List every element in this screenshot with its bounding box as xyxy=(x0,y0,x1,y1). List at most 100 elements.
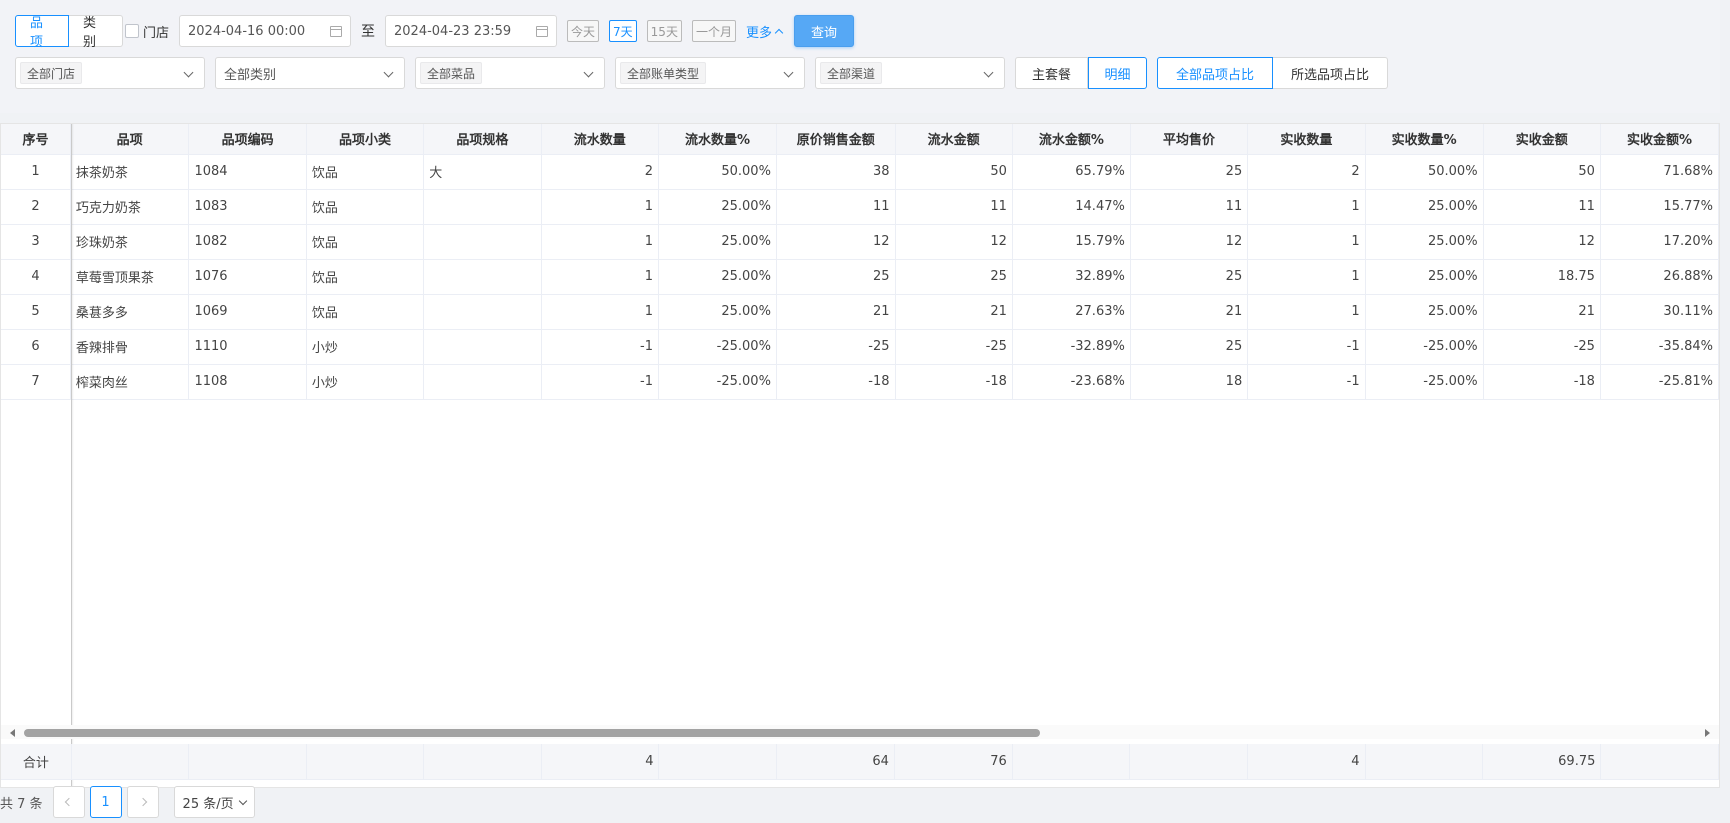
end-date-input[interactable]: 2024-04-23 23:59 xyxy=(385,15,558,47)
chevron-down-icon xyxy=(983,67,994,78)
table-cell: 21 xyxy=(776,294,896,330)
channel-select[interactable]: 全部渠道 xyxy=(815,57,1005,89)
table-cell: -18 xyxy=(776,364,896,400)
table-row[interactable]: 2 巧克力奶茶 1083 饮品 1 25.00% 11 11 14.47% 11 1 25.00% 11… xyxy=(1,189,1719,225)
table-cell: 15.77% xyxy=(1600,189,1719,225)
store-select[interactable]: 全部门店 xyxy=(15,57,205,89)
query-button[interactable]: 查询 xyxy=(793,15,854,47)
table-cell: 1110 xyxy=(188,329,307,365)
table-cell: 21 xyxy=(895,294,1013,330)
table-cell: 珍珠奶茶 xyxy=(70,224,190,260)
table-cell: -25 xyxy=(776,329,896,365)
column-header: 原价销售金额 xyxy=(776,124,896,155)
mode-tab-item[interactable]: 品项 xyxy=(15,15,69,50)
table-body: 1 抹茶奶茶 1084 饮品大 2 50.00% 38 50 65.79% 25 2 50.00% 50… xyxy=(1,154,1719,400)
table-cell: 12 xyxy=(1130,224,1249,260)
calendar-icon xyxy=(536,26,549,37)
table-cell: 1 xyxy=(1247,294,1366,330)
table-cell: 1082 xyxy=(188,224,307,260)
column-header: 实收数量 xyxy=(1247,124,1366,155)
table-cell: 50 xyxy=(895,154,1013,190)
category-select-value: 全部类别 xyxy=(224,67,277,83)
table-cell xyxy=(423,329,542,365)
page-size-value: 25 条/页 xyxy=(182,796,234,812)
table-cell: 饮品 xyxy=(306,259,425,295)
table-cell: 2 xyxy=(1,189,71,225)
table-cell: -35.84% xyxy=(1600,329,1719,365)
mode-tab-category[interactable]: 类别 xyxy=(69,15,123,50)
ratio-tab-selected[interactable]: 所选品项占比 xyxy=(1273,57,1388,89)
table-cell: 1 xyxy=(541,224,659,260)
filter-panel: 品项 类别 门店 2024-04-16 00:00 至 2024-04-23 2… xyxy=(0,0,1720,113)
table-cell: 7 xyxy=(1,364,71,400)
table-cell: -1 xyxy=(1247,329,1366,365)
table-cell: 1083 xyxy=(188,189,307,225)
calendar-icon xyxy=(330,26,343,37)
horizontal-scrollbar[interactable] xyxy=(1,725,1719,739)
scrollbar-thumb[interactable] xyxy=(24,729,1040,737)
page-number-button[interactable]: 1 xyxy=(89,786,122,818)
table-cell: 17.20% xyxy=(1600,224,1719,260)
chevron-right-icon xyxy=(138,797,147,807)
next-page-button[interactable] xyxy=(126,786,159,818)
summary-cell: 4 xyxy=(541,744,660,780)
page-size-select[interactable]: 25 条/页 xyxy=(173,786,255,818)
quick-range-month[interactable]: 一个月 xyxy=(691,20,736,42)
start-date-input[interactable]: 2024-04-16 00:00 xyxy=(179,15,352,47)
table-cell: 25 xyxy=(1130,154,1249,190)
table-cell: -25.00% xyxy=(658,364,777,400)
table-cell: -23.68% xyxy=(1012,364,1131,400)
scroll-left-icon[interactable] xyxy=(10,729,15,737)
combo-tab-detail[interactable]: 明细 xyxy=(1088,57,1147,89)
combo-toggle: 主套餐 明细 xyxy=(1015,57,1147,89)
quick-range-15-days[interactable]: 15天 xyxy=(646,20,682,42)
table-row[interactable]: 1 抹茶奶茶 1084 饮品大 2 50.00% 38 50 65.79% 25 2 50.00% 50… xyxy=(1,154,1719,190)
store-checkbox-wrap[interactable]: 门店 xyxy=(125,15,169,47)
table-cell: 21 xyxy=(1130,294,1249,330)
table-cell: 50.00% xyxy=(1365,154,1484,190)
start-date-value: 2024-04-16 00:00 xyxy=(188,23,306,39)
chevron-down-icon xyxy=(783,67,794,78)
table-cell: 12 xyxy=(1483,224,1601,260)
table-cell: 25.00% xyxy=(1365,259,1484,295)
table-cell: 38 xyxy=(776,154,896,190)
table-row[interactable]: 5 桑葚多多 1069 饮品 1 25.00% 21 21 27.63% 21 1 25.00% 21 3… xyxy=(1,294,1719,330)
table-cell xyxy=(423,364,542,400)
table-row[interactable]: 6 香辣排骨 1110 小炒 -1 -25.00% -25 -25 -32.89% 25 -1 -25… xyxy=(1,329,1719,365)
table-cell: 25.00% xyxy=(1365,294,1484,330)
quick-range-today[interactable]: 今天 xyxy=(567,20,600,42)
more-toggle[interactable]: 更多 xyxy=(746,22,784,41)
bill-type-select[interactable]: 全部账单类型 xyxy=(615,57,805,89)
scroll-right-icon[interactable] xyxy=(1705,729,1710,737)
ratio-tab-all[interactable]: 全部品项占比 xyxy=(1157,57,1273,89)
store-checkbox[interactable] xyxy=(125,24,139,38)
table-cell: 12 xyxy=(895,224,1013,260)
table-row[interactable]: 7 榨菜肉丝 1108 小炒 -1 -25.00% -18 -18 -23.68% 18 -1 -25… xyxy=(1,364,1719,400)
combo-tab-main[interactable]: 主套餐 xyxy=(1015,57,1088,89)
table-cell: -18 xyxy=(895,364,1013,400)
table-cell: 65.79% xyxy=(1012,154,1131,190)
column-header: 实收金额% xyxy=(1600,124,1719,155)
category-select[interactable]: 全部类别 xyxy=(215,57,405,89)
table-cell: 50 xyxy=(1483,154,1601,190)
table-cell: 抹茶奶茶 xyxy=(70,154,190,190)
table-header-row: 序号 品项 品项编码 品项小类 品项规格 流水数量 流水数量% 原价销售金额 流… xyxy=(1,124,1719,155)
quick-range-7-days[interactable]: 7天 xyxy=(609,20,637,42)
summary-cell xyxy=(71,744,190,780)
table-cell xyxy=(423,189,542,225)
mode-toggle: 品项 类别 xyxy=(15,15,123,50)
prev-page-button[interactable] xyxy=(52,786,85,818)
summary-cell: 合计 xyxy=(1,744,72,780)
bill-type-select-tag: 全部账单类型 xyxy=(620,62,707,84)
table-cell: 25.00% xyxy=(658,189,777,225)
table-cell: 2 xyxy=(1247,154,1366,190)
table-cell: 5 xyxy=(1,294,71,330)
table-row[interactable]: 3 珍珠奶茶 1082 饮品 1 25.00% 12 12 15.79% 12 1 25.00% 12 1… xyxy=(1,224,1719,260)
table-row[interactable]: 4 草莓雪顶果茶 1076 饮品 1 25.00% 25 25 32.89% 25 1 25.00% 1… xyxy=(1,259,1719,295)
table-cell: 18.75 xyxy=(1483,259,1601,295)
column-header: 平均售价 xyxy=(1130,124,1249,155)
column-header: 实收数量% xyxy=(1365,124,1484,155)
summary-cell xyxy=(1129,744,1248,780)
table-cell: 饮品 xyxy=(306,224,425,260)
dish-select[interactable]: 全部菜品 xyxy=(415,57,605,89)
